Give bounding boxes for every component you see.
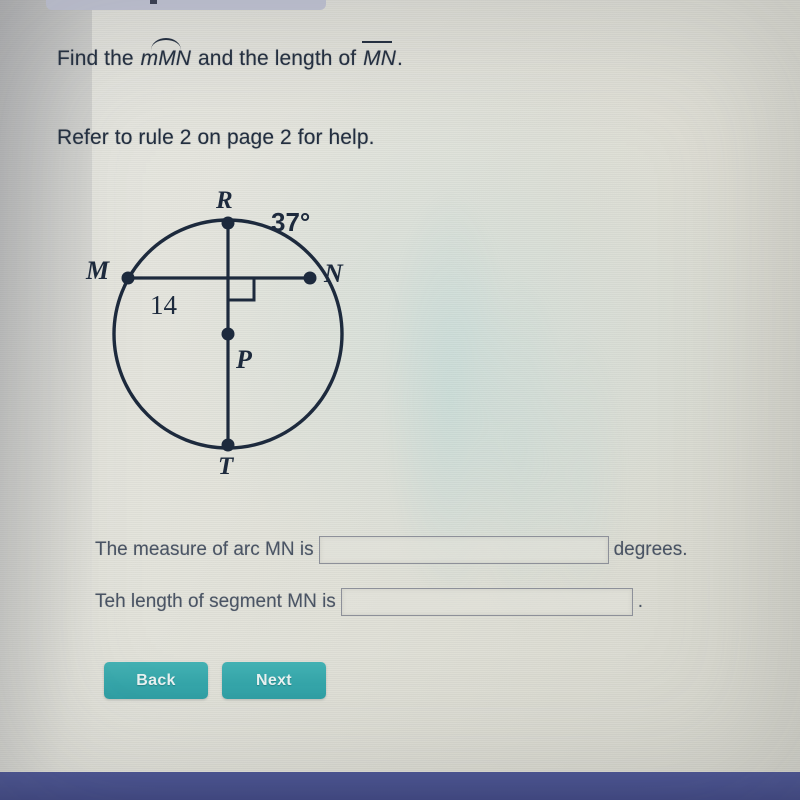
point-p-dot xyxy=(221,327,235,341)
browser-tab-strip[interactable] xyxy=(46,0,326,10)
back-button[interactable]: Back xyxy=(104,662,208,699)
circle-geometry-figure: R T M N P 14 37° xyxy=(85,187,344,480)
arc-measure-input[interactable] xyxy=(318,536,609,564)
segment-mn-label: MN xyxy=(363,47,396,70)
label-n: N xyxy=(323,259,344,288)
segment-length-input[interactable] xyxy=(340,588,633,616)
answer-suffix-length: . xyxy=(637,591,644,612)
label-t: T xyxy=(218,453,235,480)
label-p: P xyxy=(235,345,253,374)
point-m-dot xyxy=(121,271,135,285)
screenshot-root: Find the mMN and the length of MN . Refe… xyxy=(0,0,800,800)
desktop-taskbar xyxy=(0,772,800,800)
point-n-dot xyxy=(303,271,317,285)
tab-favicon-icon xyxy=(150,0,157,4)
page-title: Find the mMN and the length of MN . xyxy=(57,38,403,71)
answer-suffix-arc: degrees. xyxy=(613,539,688,560)
arc-mn-label: MN xyxy=(158,47,192,70)
segment-mn-notation: MN xyxy=(362,41,397,71)
refer-note: Refer to rule 2 on page 2 for help. xyxy=(57,126,375,149)
segment-overbar-icon xyxy=(362,41,393,43)
prompt-middle: and the length of xyxy=(198,47,357,70)
answer-prefix-arc: The measure of arc MN is xyxy=(95,539,314,560)
label-arc-angle: 37° xyxy=(271,207,310,237)
arc-measure-prefix: m xyxy=(140,47,159,70)
point-r-dot xyxy=(221,216,235,230)
label-r: R xyxy=(215,187,233,214)
arc-mn-notation: mMN xyxy=(140,38,192,71)
prompt-lead: Find the xyxy=(57,47,134,70)
prompt-period: . xyxy=(396,47,403,70)
right-angle-marker-icon xyxy=(228,278,256,302)
answer-prefix-length: Teh length of segment MN is xyxy=(95,591,336,612)
answer-row-arc-measure: The measure of arc MN is degrees. xyxy=(95,536,688,564)
next-button[interactable]: Next xyxy=(222,662,326,699)
label-chord-length: 14 xyxy=(150,290,178,320)
label-m: M xyxy=(85,256,110,285)
point-t-dot xyxy=(221,438,235,452)
answer-row-segment-length: Teh length of segment MN is . xyxy=(95,588,643,616)
